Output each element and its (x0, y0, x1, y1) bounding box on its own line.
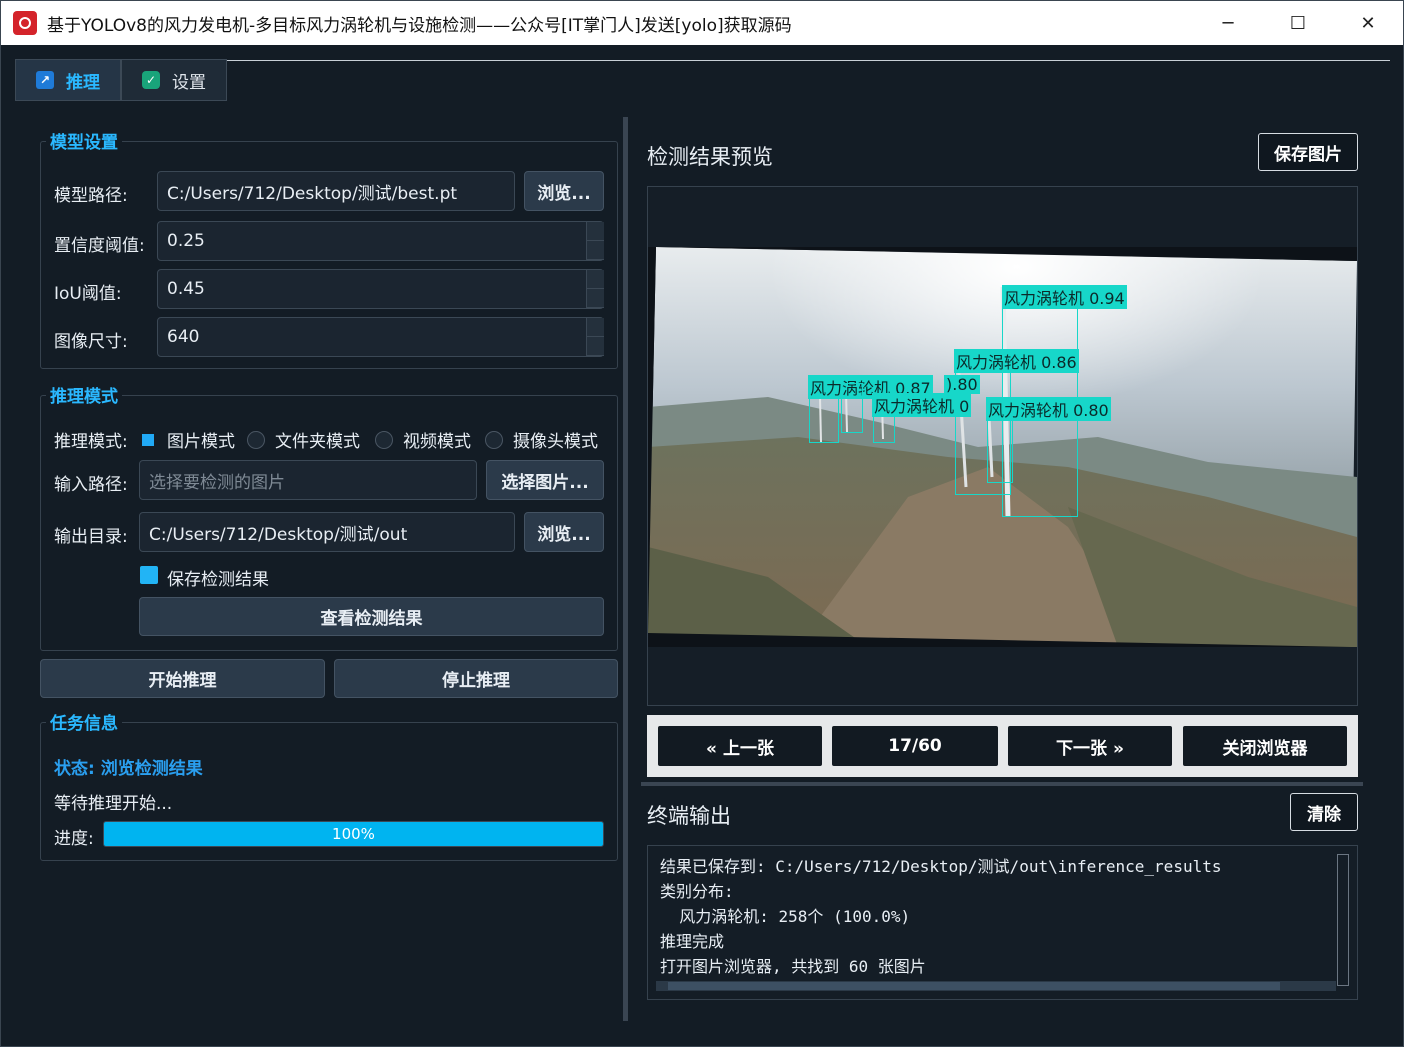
maximize-button[interactable]: ☐ (1263, 1, 1333, 45)
terminal-line: 推理完成 (660, 932, 725, 951)
terminal-line: 风力涡轮机: 258个 (100.0%) (660, 907, 911, 926)
detection-box (841, 383, 863, 433)
save-results-label: 保存检测结果 (167, 570, 269, 590)
image-size-spinbox[interactable]: 640 (157, 317, 604, 357)
input-path-input[interactable]: 选择要检测的图片 (139, 460, 477, 500)
close-button[interactable]: ✕ (1333, 1, 1403, 45)
output-dir-label: 输出目录: (54, 527, 128, 547)
title-bar[interactable]: 基于YOLOv8的风力发电机-多目标风力涡轮机与设施检测——公众号[IT掌门人]… (1, 1, 1403, 45)
chart-icon: ↗ (36, 71, 54, 89)
inference-mode-title: 推理模式 (46, 382, 122, 407)
terminal-line: 打开图片浏览器, 共找到 60 张图片 (660, 957, 926, 976)
progress-bar: 100% (103, 821, 604, 847)
radio-folder-mode[interactable]: 文件夹模式 (247, 427, 360, 452)
detection-box (809, 395, 839, 443)
image-navigation: « 上一张 17/60 下一张 » 关闭浏览器 (647, 715, 1358, 777)
section-divider (641, 782, 1363, 786)
image-counter: 17/60 (832, 726, 998, 766)
terminal-horizontal-scrollbar[interactable] (656, 981, 1336, 991)
radio-indicator (485, 430, 503, 449)
iou-spinbox[interactable]: 0.45 (157, 269, 604, 309)
confidence-stepper[interactable] (586, 222, 604, 260)
scrollbar-thumb[interactable] (668, 982, 1280, 990)
detection-label: 风力涡轮机 0.80 (986, 397, 1111, 421)
preview-area: 风力涡轮机 0.94 风力涡轮机 0.86 风力涡轮机 0.87 ).80 风力… (647, 186, 1358, 706)
next-image-button[interactable]: 下一张 » (1008, 726, 1172, 766)
radio-image-mode[interactable]: 图片模式 (139, 427, 235, 452)
radio-video-mode[interactable]: 视频模式 (375, 427, 471, 452)
terminal-line: 类别分布: (660, 882, 734, 901)
app-window: 基于YOLOv8的风力发电机-多目标风力涡轮机与设施检测——公众号[IT掌门人]… (0, 0, 1404, 1047)
radio-indicator (247, 430, 265, 449)
image-size-stepper[interactable] (586, 318, 604, 356)
detection-image: 风力涡轮机 0.94 风力涡轮机 0.86 风力涡轮机 0.87 ).80 风力… (648, 247, 1357, 647)
confidence-label: 置信度阈值: (54, 236, 145, 256)
terminal-vertical-scrollbar[interactable] (1337, 854, 1349, 986)
confidence-spinbox[interactable]: 0.25 (157, 221, 604, 261)
status-message: 等待推理开始... (54, 794, 173, 814)
radio-video-mode-label: 视频模式 (403, 432, 471, 452)
clear-terminal-button[interactable]: 清除 (1290, 793, 1358, 831)
radio-selected-indicator (142, 433, 154, 446)
panel-splitter[interactable] (623, 117, 628, 1021)
detection-label: 风力涡轮机 0.86 (954, 349, 1079, 373)
image-size-label: 图像尺寸: (54, 332, 128, 352)
terminal-title: 终端输出 (647, 804, 731, 828)
status-text: 状态: 浏览检测结果 (54, 759, 203, 779)
app-logo-icon (13, 11, 37, 35)
model-browse-button[interactable]: 浏览... (524, 171, 604, 211)
iou-stepper[interactable] (586, 270, 604, 308)
input-path-label: 输入路径: (54, 475, 128, 495)
prev-image-button[interactable]: « 上一张 (658, 726, 822, 766)
save-image-button[interactable]: 保存图片 (1258, 133, 1358, 171)
progress-text: 100% (332, 825, 375, 843)
save-results-checkbox[interactable] (140, 566, 158, 584)
tab-settings-label: 设置 (172, 72, 206, 93)
window-title: 基于YOLOv8的风力发电机-多目标风力涡轮机与设施检测——公众号[IT掌门人]… (47, 15, 792, 36)
model-path-label: 模型路径: (54, 186, 128, 206)
tab-settings[interactable]: ✓ 设置 (121, 59, 227, 101)
output-browse-button[interactable]: 浏览... (524, 512, 604, 552)
view-results-button[interactable]: 查看检测结果 (139, 597, 604, 636)
radio-camera-mode-label: 摄像头模式 (513, 432, 598, 452)
radio-camera-mode[interactable]: 摄像头模式 (485, 427, 598, 452)
terminal-line: 结果已保存到: C:/Users/712/Desktop/测试/out\infe… (660, 857, 1222, 876)
iou-label: IoU阈值: (54, 284, 122, 304)
radio-image-mode-label: 图片模式 (167, 432, 235, 452)
output-dir-input[interactable]: C:/Users/712/Desktop/测试/out (139, 512, 515, 552)
model-settings-title: 模型设置 (46, 128, 122, 153)
check-icon: ✓ (142, 71, 160, 89)
start-inference-button[interactable]: 开始推理 (40, 659, 325, 698)
preview-title: 检测结果预览 (647, 145, 773, 169)
detection-box (987, 411, 1013, 483)
task-info-title: 任务信息 (46, 709, 122, 734)
tab-inference[interactable]: ↗ 推理 (15, 59, 121, 101)
tab-inference-label: 推理 (66, 72, 100, 93)
stop-inference-button[interactable]: 停止推理 (334, 659, 618, 698)
radio-folder-mode-label: 文件夹模式 (275, 432, 360, 452)
mode-label: 推理模式: (54, 432, 128, 452)
progress-label: 进度: (54, 829, 94, 849)
terminal-output[interactable]: 结果已保存到: C:/Users/712/Desktop/测试/out\infe… (647, 845, 1358, 1000)
select-image-button[interactable]: 选择图片... (486, 460, 604, 500)
detection-label: 风力涡轮机 0 (872, 393, 972, 417)
radio-indicator (375, 430, 393, 449)
minimize-button[interactable]: ─ (1193, 1, 1263, 45)
tab-bar: ↗ 推理 ✓ 设置 (15, 59, 227, 101)
detection-label: 风力涡轮机 0.94 (1002, 285, 1127, 309)
detection-label: ).80 (944, 375, 980, 394)
model-path-input[interactable]: C:/Users/712/Desktop/测试/best.pt (157, 171, 515, 211)
close-browser-button[interactable]: 关闭浏览器 (1183, 726, 1347, 766)
